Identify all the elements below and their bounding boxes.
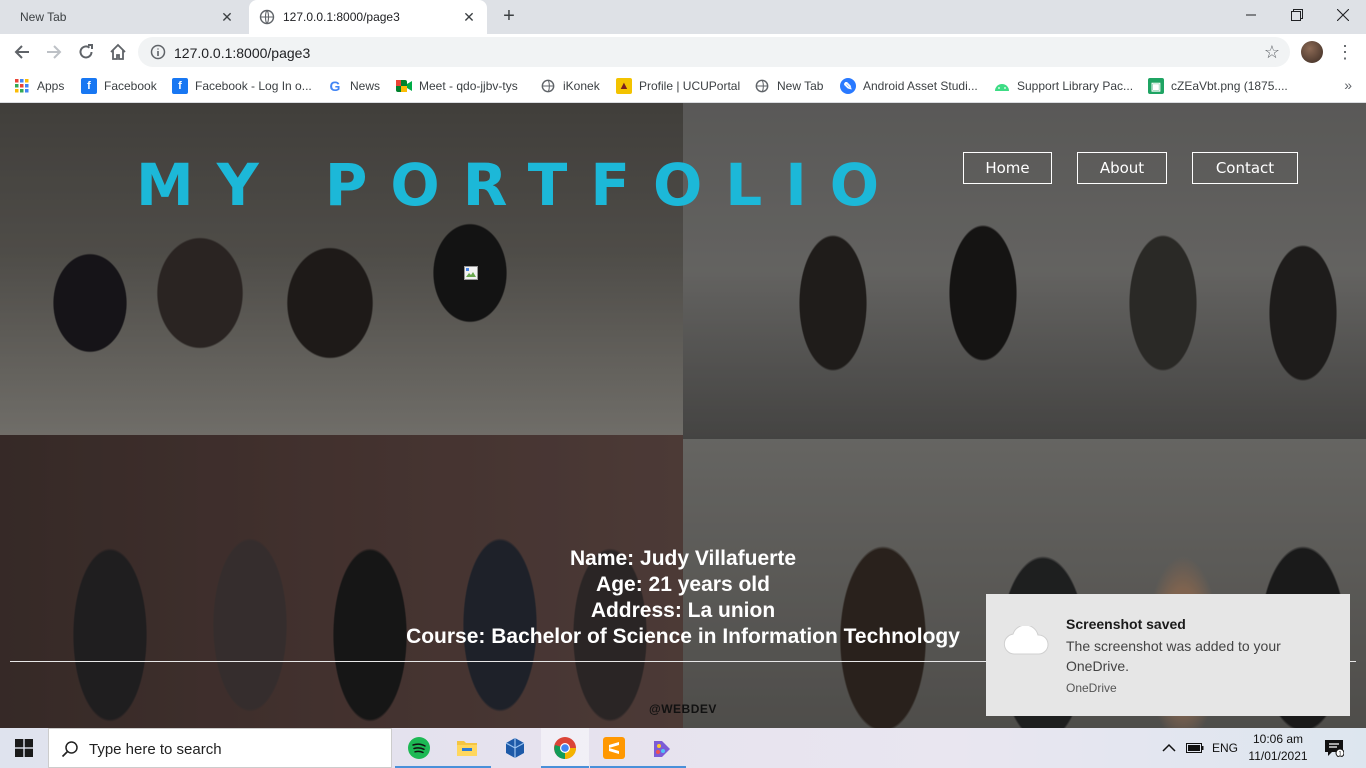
- onedrive-notification[interactable]: Screenshot saved The screenshot was adde…: [986, 594, 1350, 716]
- bookmarks-bar: Apps f Facebook f Facebook - Log In o...…: [0, 70, 1366, 103]
- notification-title: Screenshot saved: [1066, 616, 1186, 632]
- search-placeholder: Type here to search: [89, 741, 222, 758]
- facebook-icon: f: [81, 78, 97, 94]
- back-arrow-icon: [14, 45, 29, 59]
- file-explorer-icon[interactable]: [443, 728, 491, 768]
- bookmark-new-tab[interactable]: New Tab: [754, 77, 823, 95]
- close-window-button[interactable]: [1320, 0, 1366, 30]
- chevron-up-icon: [1162, 743, 1176, 752]
- bookmark-label: News: [350, 79, 381, 93]
- profile-course: Course: Bachelor of Science in Informati…: [406, 625, 960, 648]
- bookmark-apps[interactable]: Apps: [14, 77, 64, 95]
- search-icon: [61, 741, 78, 758]
- home-icon: [110, 43, 126, 60]
- bookmark-star-icon[interactable]: ☆: [1264, 42, 1280, 63]
- system-clock[interactable]: 10:06 am 11/01/2021: [1244, 731, 1312, 765]
- bookmark-label: New Tab: [777, 79, 824, 93]
- profile-age: Age: 21 years old: [596, 573, 770, 596]
- forward-arrow-icon: [47, 45, 62, 59]
- bookmark-label: Facebook: [104, 79, 157, 93]
- profile-name: Name: Judy Villafuerte: [569, 547, 797, 570]
- google-icon: G: [329, 78, 341, 94]
- show-hidden-icons-button[interactable]: [1162, 728, 1176, 768]
- nav-contact-link[interactable]: Contact: [1192, 152, 1298, 184]
- profile-avatar[interactable]: [1301, 41, 1323, 63]
- windows-logo-icon: [15, 739, 33, 757]
- taskbar: Type here to search ENG 10:06 am 11/01/2…: [0, 728, 1366, 768]
- browser-menu-icon[interactable]: ⋮: [1336, 41, 1354, 63]
- minimize-window-button[interactable]: [1228, 0, 1274, 30]
- home-button[interactable]: [106, 40, 130, 64]
- nav-about-link[interactable]: About: [1077, 152, 1167, 184]
- bookmark-facebook[interactable]: f Facebook: [81, 77, 157, 95]
- globe-icon: [259, 9, 275, 25]
- meet-icon: [396, 78, 412, 94]
- restore-window-button[interactable]: [1274, 0, 1320, 30]
- action-center-icon[interactable]: 1: [1324, 728, 1344, 768]
- bookmark-label: Meet - qdo-jjbv-tys: [419, 79, 518, 93]
- paint-tool-icon[interactable]: [638, 728, 686, 768]
- globe-icon: [540, 78, 556, 94]
- browser-toolbar: 127.0.0.1:8000/page3 ☆ ⋮: [0, 34, 1366, 70]
- address-bar[interactable]: 127.0.0.1:8000/page3 ☆: [138, 37, 1290, 67]
- bookmark-label: Facebook - Log In o...: [195, 79, 312, 93]
- bookmark-label: Apps: [37, 79, 65, 93]
- bookmark-label: Profile | UCUPortal: [639, 79, 741, 93]
- virtualbox-icon[interactable]: [491, 728, 539, 768]
- bookmark-meet[interactable]: Meet - qdo-jjbv-tys: [396, 77, 518, 95]
- bookmark-label: iKonek: [563, 79, 600, 93]
- chrome-icon[interactable]: [541, 728, 589, 768]
- tab-page3[interactable]: 127.0.0.1:8000/page3 ✕: [249, 0, 487, 34]
- back-button[interactable]: [10, 40, 34, 64]
- url-text[interactable]: 127.0.0.1:8000/page3: [174, 45, 310, 61]
- clock-date: 11/01/2021: [1248, 749, 1308, 763]
- apps-grid-icon: [14, 78, 30, 94]
- bookmark-android-asset-studio[interactable]: ✎ Android Asset Studi...: [840, 77, 978, 95]
- tab-title: New Tab: [20, 10, 67, 24]
- image-icon: ▣: [1148, 78, 1164, 94]
- profile-info: Name: Judy Villafuerte Age: 21 years old…: [383, 546, 983, 650]
- bookmarks-overflow-icon[interactable]: »: [1344, 77, 1352, 93]
- tab-new-tab[interactable]: New Tab ✕: [0, 0, 245, 34]
- bookmark-label: Android Asset Studi...: [863, 79, 978, 93]
- bookmark-ucuportal[interactable]: ▲ Profile | UCUPortal: [616, 77, 740, 95]
- sublime-text-icon[interactable]: [590, 728, 638, 768]
- bookmark-facebook-login[interactable]: f Facebook - Log In o...: [172, 77, 312, 95]
- facebook-icon: f: [172, 78, 188, 94]
- spotify-icon[interactable]: [395, 728, 443, 768]
- globe-icon: [754, 78, 770, 94]
- page-title: MY PORTFOLIO: [136, 151, 903, 219]
- bookmark-label: cZEaVbt.png (1875....: [1171, 79, 1288, 93]
- reload-icon: [79, 44, 93, 59]
- language-indicator[interactable]: ENG: [1212, 728, 1238, 768]
- broken-image-icon: [464, 266, 478, 280]
- portal-icon: ▲: [616, 78, 632, 94]
- bookmark-news[interactable]: G News: [327, 77, 380, 95]
- profile-address: Address: La union: [590, 599, 776, 622]
- notification-body: The screenshot was added to your OneDriv…: [1066, 638, 1281, 674]
- clock-time: 10:06 am: [1252, 732, 1304, 746]
- tab-close-icon[interactable]: ✕: [461, 9, 477, 25]
- start-button[interactable]: [0, 728, 48, 768]
- forward-button[interactable]: [42, 40, 66, 64]
- cloud-icon: [1003, 626, 1049, 655]
- android-icon: [994, 78, 1010, 94]
- bookmark-image-png[interactable]: ▣ cZEaVbt.png (1875....: [1148, 77, 1288, 95]
- tab-strip: New Tab ✕ 127.0.0.1:8000/page3 ✕ +: [0, 0, 1366, 34]
- bookmark-label: Support Library Pac...: [1017, 79, 1134, 93]
- reload-button[interactable]: [74, 40, 98, 64]
- tab-title: 127.0.0.1:8000/page3: [283, 10, 400, 24]
- notification-source: OneDrive: [1066, 681, 1117, 695]
- android-studio-icon: ✎: [840, 78, 856, 94]
- nav-home-link[interactable]: Home: [963, 152, 1052, 184]
- footer-credit: @WEBDEV: [649, 702, 717, 716]
- taskbar-search-box[interactable]: Type here to search: [48, 728, 392, 768]
- battery-icon[interactable]: [1186, 728, 1204, 768]
- site-info-icon[interactable]: [150, 44, 166, 60]
- new-tab-button[interactable]: +: [498, 6, 520, 28]
- bookmark-support-library[interactable]: Support Library Pac...: [994, 77, 1133, 95]
- tab-close-icon[interactable]: ✕: [219, 9, 235, 25]
- bookmark-ikonek[interactable]: iKonek: [540, 77, 600, 95]
